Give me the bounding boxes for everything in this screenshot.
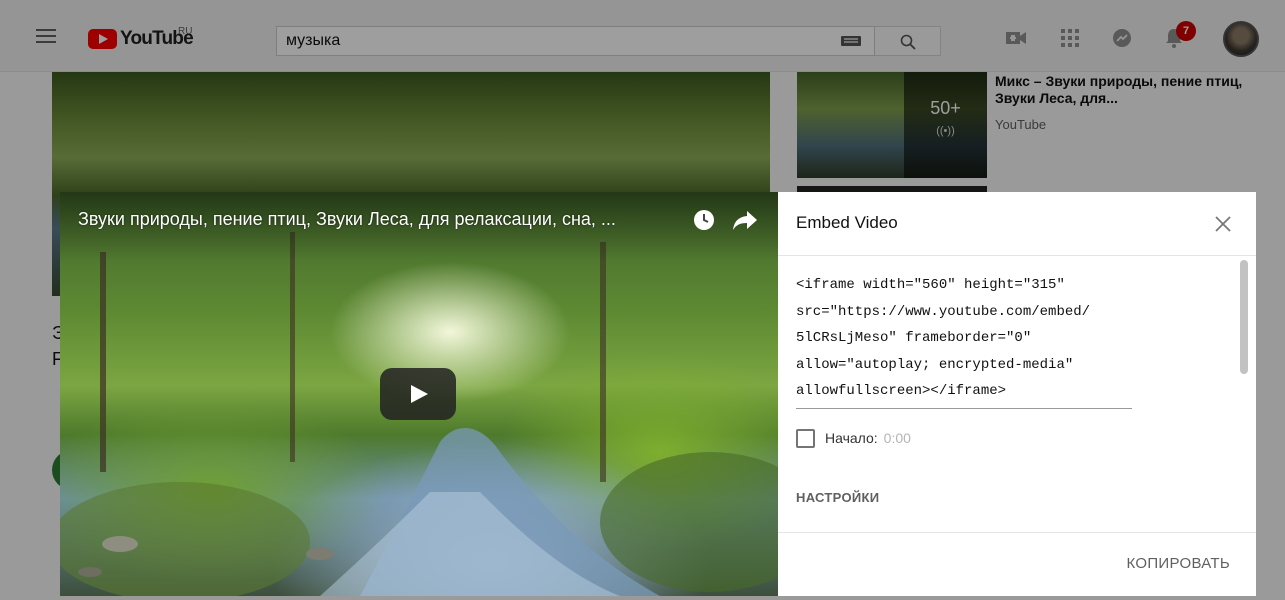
copy-button[interactable]: КОПИРОВАТЬ	[1127, 555, 1231, 572]
scrollbar[interactable]	[1238, 260, 1250, 530]
start-time-label: Начало:	[825, 430, 878, 446]
scrollbar-thumb[interactable]	[1240, 260, 1248, 374]
preview-video-title[interactable]: Звуки природы, пение птиц, Звуки Леса, д…	[78, 209, 688, 230]
embed-code-line: 5lCRsLjMeso" frameborder="0"	[796, 330, 1032, 346]
share-arrow-icon[interactable]	[732, 208, 758, 232]
embed-video-preview[interactable]: Звуки природы, пение птиц, Звуки Леса, д…	[60, 192, 778, 596]
close-icon[interactable]	[1212, 213, 1234, 235]
embed-code-line: allowfullscreen></iframe>	[796, 383, 1007, 399]
embed-dialog-title: Embed Video	[796, 213, 898, 232]
clock-icon[interactable]	[692, 208, 716, 232]
embed-code-line: src="https://www.youtube.com/embed/	[796, 303, 1091, 320]
embed-dialog-header: Embed Video	[778, 192, 1256, 256]
play-button[interactable]	[380, 368, 456, 420]
start-time-row: Начало:	[796, 427, 924, 449]
start-time-checkbox[interactable]	[796, 428, 815, 448]
divider	[778, 532, 1256, 533]
start-time-input[interactable]	[883, 430, 924, 446]
embed-dialog: Embed Video <iframe width="560" height="…	[778, 192, 1256, 596]
embed-code-line: <iframe width="560" height="315"	[796, 277, 1065, 293]
embed-code-textarea[interactable]: <iframe width="560" height="315" src="ht…	[796, 272, 1132, 409]
settings-button[interactable]: НАСТРОЙКИ	[796, 490, 879, 505]
embed-code-line: allow="autoplay; encrypted-media"	[796, 356, 1074, 373]
